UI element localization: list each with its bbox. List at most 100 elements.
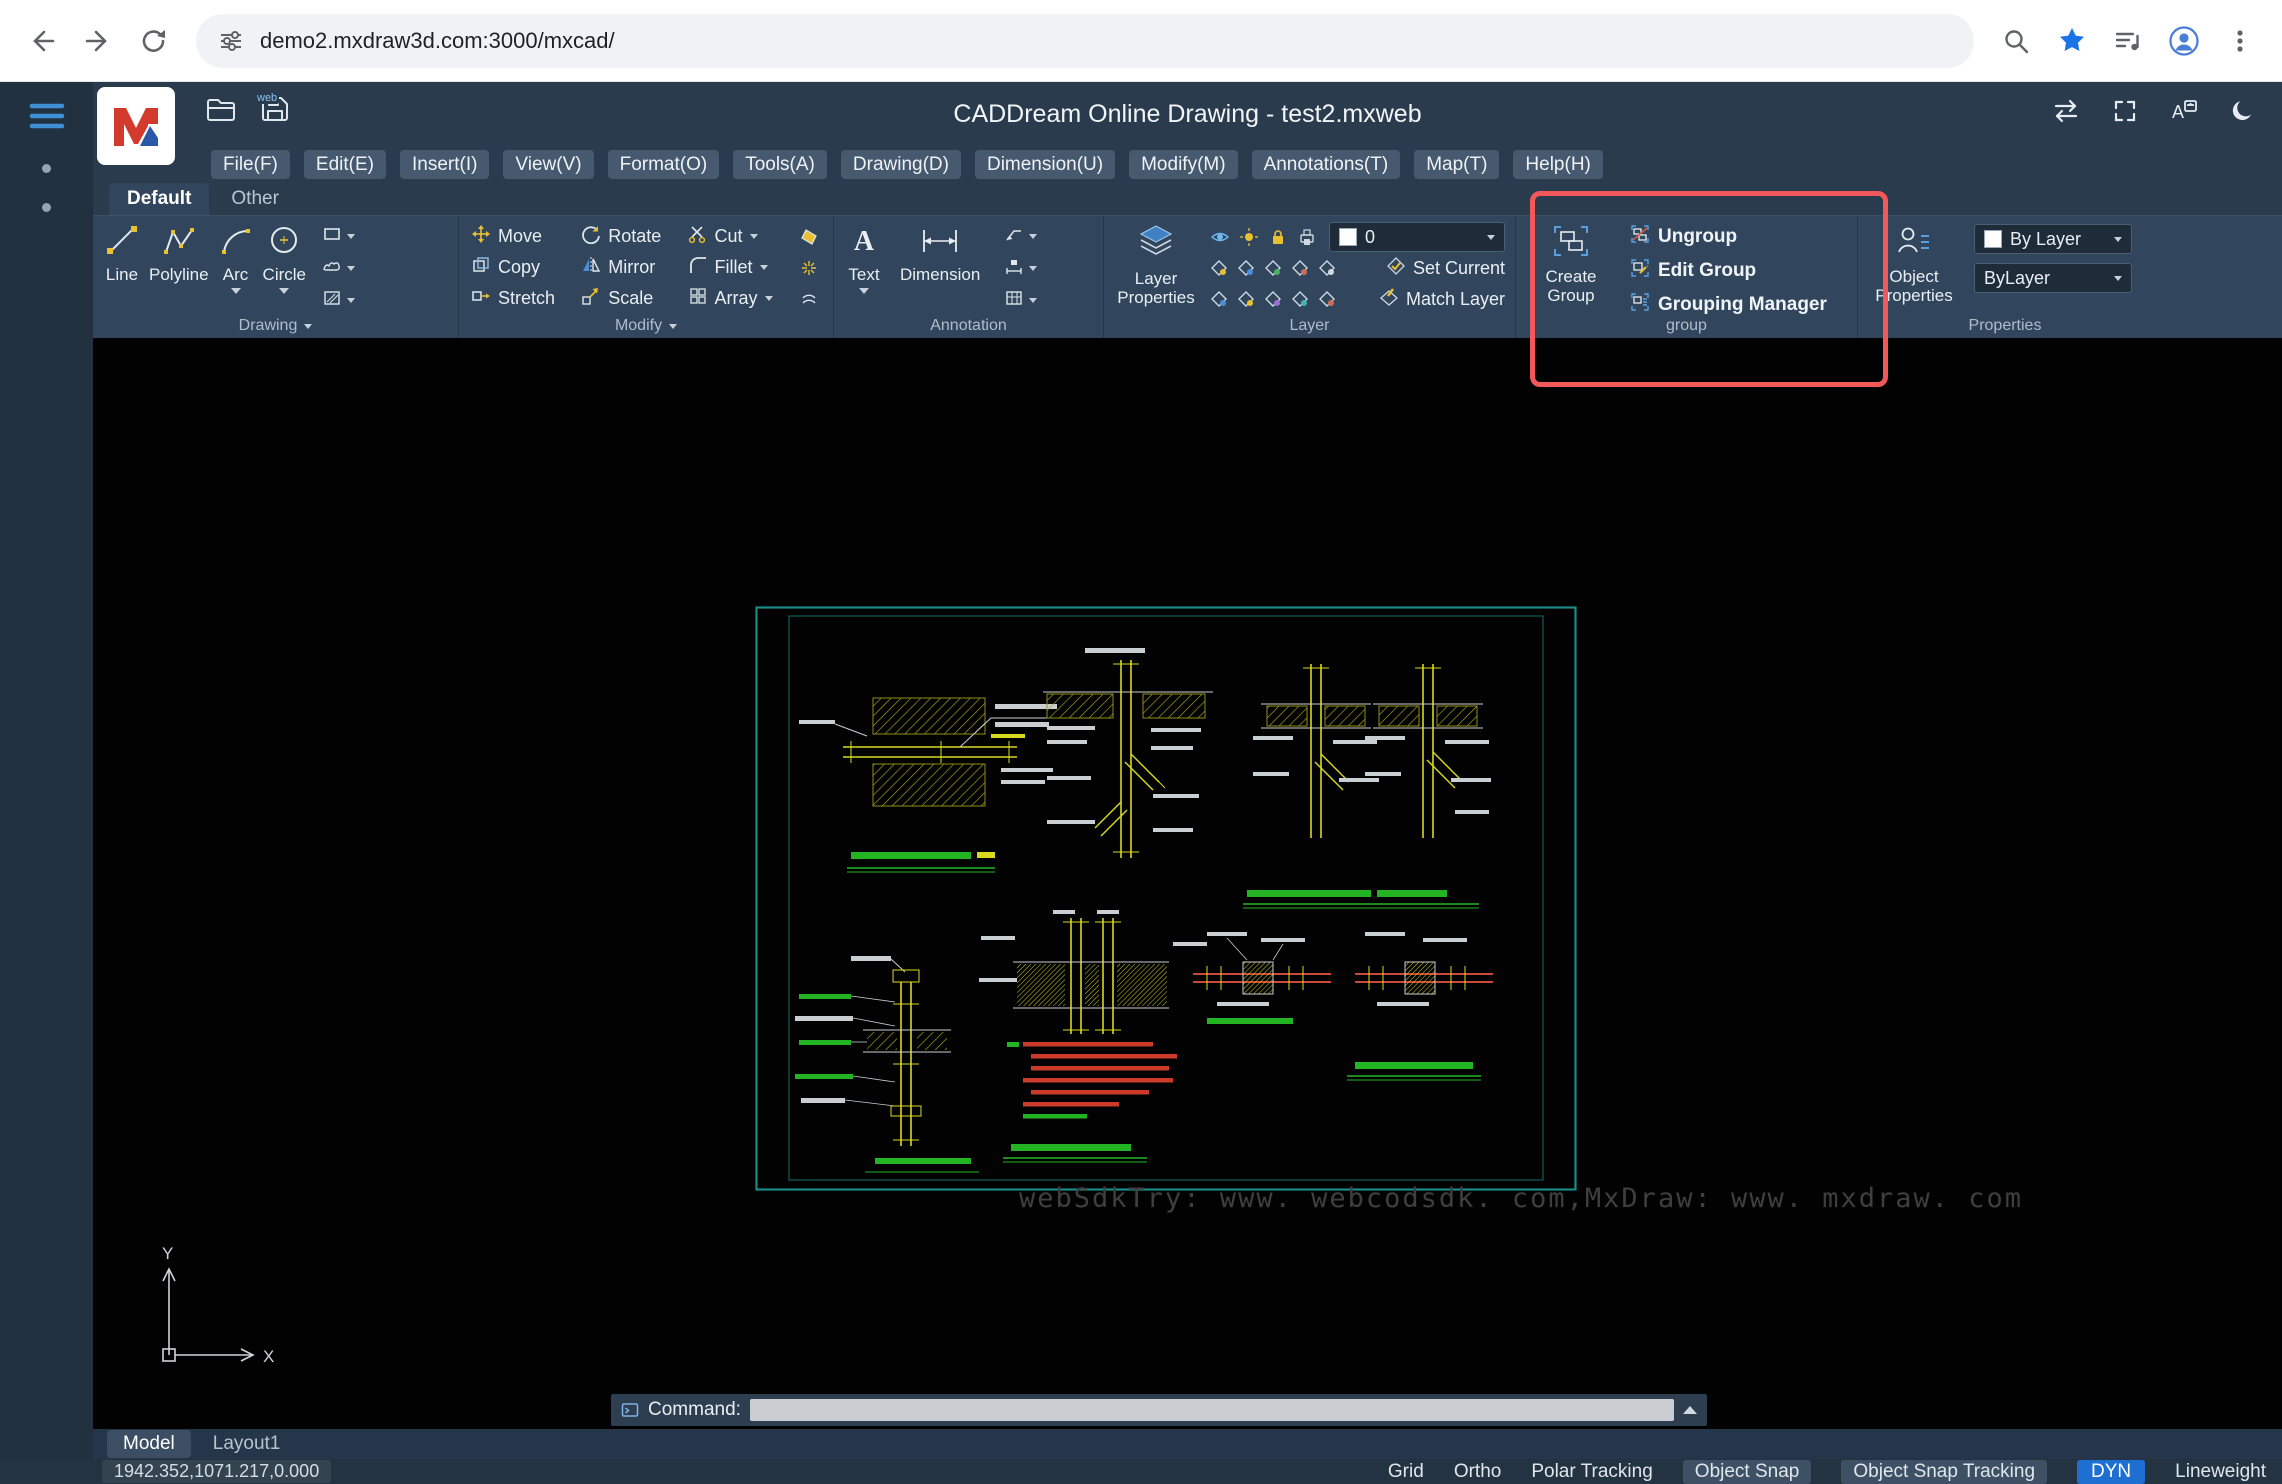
create-group-button[interactable]: Create Group <box>1528 224 1614 306</box>
site-settings-icon[interactable] <box>218 28 244 54</box>
text-button[interactable]: A Text <box>846 224 882 294</box>
profile-avatar-icon[interactable] <box>2160 17 2208 65</box>
browser-menu-icon[interactable] <box>2216 17 2264 65</box>
status-object-snap-tracking[interactable]: Object Snap Tracking <box>1841 1460 2047 1484</box>
array-chevron-icon[interactable] <box>765 296 773 301</box>
layer-lock-button[interactable] <box>1268 227 1288 247</box>
revision-cloud-chevron-icon[interactable] <box>347 266 355 271</box>
hatch-tool-button[interactable] <box>322 288 355 313</box>
theme-moon-icon[interactable] <box>2230 98 2256 124</box>
status-ortho[interactable]: Ortho <box>1454 1461 1502 1483</box>
menu-item-drawing[interactable]: Drawing(D) <box>841 150 961 179</box>
color-dropdown-chevron-icon[interactable] <box>2114 237 2122 242</box>
drawing-panel-chevron-icon[interactable] <box>304 324 312 329</box>
media-controls-icon[interactable] <box>2104 17 2152 65</box>
layer-select-dropdown[interactable]: 0 <box>1329 222 1505 252</box>
status-grid[interactable]: Grid <box>1388 1461 1424 1483</box>
offset-button[interactable] <box>799 289 823 309</box>
circle-dropdown-chevron-icon[interactable] <box>279 288 289 294</box>
command-input[interactable] <box>750 1399 1674 1421</box>
layer-state-8-button[interactable] <box>1264 290 1282 308</box>
reload-icon[interactable] <box>130 17 178 65</box>
fullscreen-icon[interactable] <box>2112 98 2138 124</box>
revision-cloud-button[interactable] <box>322 256 355 281</box>
layer-visibility-button[interactable] <box>1210 227 1230 247</box>
arc-dropdown-chevron-icon[interactable] <box>231 288 241 294</box>
status-object-snap[interactable]: Object Snap <box>1683 1460 1812 1484</box>
menu-item-help[interactable]: Help(H) <box>1513 150 1602 179</box>
grouping-manager-button[interactable]: Grouping Manager <box>1630 292 1827 318</box>
layer-state-9-button[interactable] <box>1291 290 1309 308</box>
hatch-chevron-icon[interactable] <box>347 298 355 303</box>
forward-icon[interactable] <box>74 17 122 65</box>
menu-item-dimension[interactable]: Dimension(U) <box>975 150 1115 179</box>
layer-dropdown-chevron-icon[interactable] <box>1487 235 1495 240</box>
status-dyn[interactable]: DYN <box>2077 1460 2145 1484</box>
dimension-button[interactable]: Dimension <box>900 224 980 284</box>
menu-item-modify[interactable]: Modify(M) <box>1129 150 1237 179</box>
move-button[interactable]: Move <box>471 224 559 249</box>
polyline-button[interactable]: Polyline <box>149 224 209 284</box>
layer-state-3-button[interactable] <box>1264 259 1282 277</box>
table-chevron-icon[interactable] <box>1029 298 1037 303</box>
ribbon-tab-other[interactable]: Other <box>213 183 297 215</box>
rectangle-tool-button[interactable] <box>322 224 355 249</box>
linetype-dropdown-chevron-icon[interactable] <box>2114 276 2122 281</box>
layer-state-5-button[interactable] <box>1318 259 1336 277</box>
leader-chevron-icon[interactable] <box>1029 234 1037 239</box>
switch-compare-icon[interactable] <box>2052 98 2080 124</box>
menu-item-annotations[interactable]: Annotations(T) <box>1252 150 1401 179</box>
array-button[interactable]: Array <box>688 286 777 311</box>
layer-print-button[interactable] <box>1297 227 1317 247</box>
ribbon-tab-default[interactable]: Default <box>109 183 209 215</box>
tab-layout1[interactable]: Layout1 <box>197 1430 297 1458</box>
set-current-button[interactable]: Set Current <box>1386 256 1505 281</box>
bookmark-star-icon[interactable] <box>2048 17 2096 65</box>
tab-model[interactable]: Model <box>107 1430 191 1458</box>
circle-button[interactable]: Circle <box>263 224 306 294</box>
rotate-button[interactable]: Rotate <box>581 224 665 249</box>
mirror-button[interactable]: Mirror <box>581 255 665 280</box>
arc-button[interactable]: Arc <box>219 224 253 294</box>
fillet-chevron-icon[interactable] <box>760 265 768 270</box>
status-polar-tracking[interactable]: Polar Tracking <box>1531 1461 1652 1483</box>
menu-item-format[interactable]: Format(O) <box>608 150 720 179</box>
dim-style-tool-button[interactable] <box>1004 256 1037 281</box>
layer-state-7-button[interactable] <box>1237 290 1255 308</box>
ungroup-button[interactable]: Ungroup <box>1630 224 1827 250</box>
url-text[interactable]: demo2.mxdraw3d.com:3000/mxcad/ <box>260 28 615 54</box>
menu-item-view[interactable]: View(V) <box>503 150 593 179</box>
drawing-canvas[interactable]: webSdkTry: www. webcodsdk. com,MxDraw: w… <box>93 338 2282 1429</box>
layer-state-2-button[interactable] <box>1237 259 1255 277</box>
edit-group-button[interactable]: Edit Group <box>1630 258 1827 284</box>
back-icon[interactable] <box>18 17 66 65</box>
language-translate-icon[interactable]: A <box>2170 98 2198 124</box>
explode-button[interactable] <box>799 258 823 278</box>
layer-state-10-button[interactable] <box>1318 290 1336 308</box>
text-dropdown-chevron-icon[interactable] <box>859 288 869 294</box>
url-bar[interactable]: demo2.mxdraw3d.com:3000/mxcad/ <box>196 14 1974 68</box>
layer-sun-button[interactable] <box>1239 227 1259 247</box>
scale-button[interactable]: Scale <box>581 286 665 311</box>
menu-item-map[interactable]: Map(T) <box>1414 150 1499 179</box>
layer-properties-button[interactable]: Layer Properties <box>1116 224 1196 312</box>
status-lineweight[interactable]: Lineweight <box>2175 1461 2266 1483</box>
layer-state-1-button[interactable] <box>1210 259 1228 277</box>
erase-button[interactable] <box>799 227 823 247</box>
layer-state-4-button[interactable] <box>1291 259 1309 277</box>
table-tool-button[interactable] <box>1004 288 1037 313</box>
cut-button[interactable]: Cut <box>688 224 777 249</box>
color-dropdown[interactable]: By Layer <box>1974 224 2132 254</box>
hamburger-menu-icon[interactable] <box>25 98 69 134</box>
command-expand-icon[interactable] <box>1683 1406 1697 1414</box>
menu-item-tools[interactable]: Tools(A) <box>733 150 827 179</box>
menu-item-edit[interactable]: Edit(E) <box>304 150 386 179</box>
line-button[interactable]: Line <box>105 224 139 284</box>
object-properties-button[interactable]: Object Properties <box>1870 224 1958 306</box>
copy-button[interactable]: Copy <box>471 255 559 280</box>
cut-chevron-icon[interactable] <box>750 234 758 239</box>
rectangle-chevron-icon[interactable] <box>347 234 355 239</box>
fillet-button[interactable]: Fillet <box>688 255 777 280</box>
modify-panel-chevron-icon[interactable] <box>669 324 677 329</box>
layer-state-6-button[interactable] <box>1210 290 1228 308</box>
